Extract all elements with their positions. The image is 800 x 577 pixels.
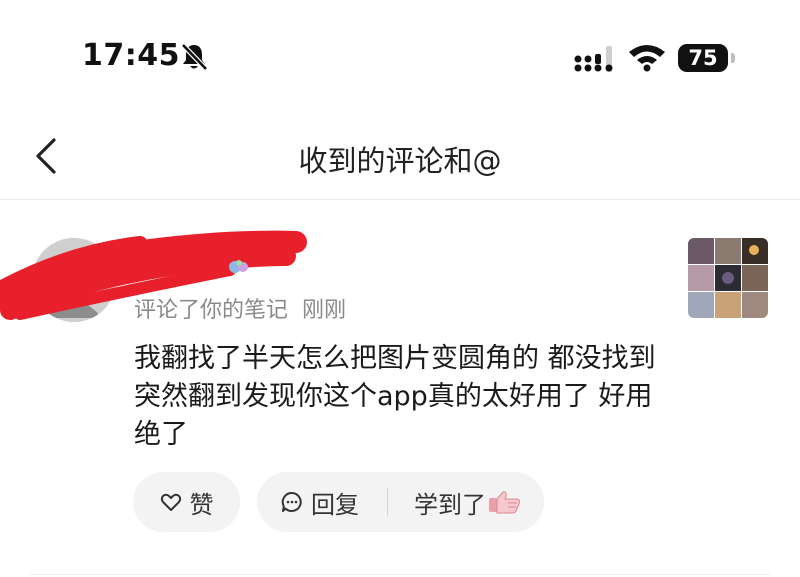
heart-icon [160, 493, 181, 511]
comment-time: 刚刚 [302, 298, 347, 323]
reply-actions-group: 回复 学到了 [257, 472, 544, 532]
cellular-signal-icon [574, 46, 613, 72]
user-badge-icon [229, 260, 248, 273]
comment-meta: 评论了你的笔记 刚刚 [134, 292, 346, 324]
thumbs-up-emoji-icon [489, 491, 521, 514]
reply-label: 回复 [311, 490, 359, 519]
wifi-icon [629, 45, 665, 72]
chat-bubble-icon [281, 491, 302, 512]
header-divider [0, 199, 800, 200]
bell-mute-icon [181, 43, 208, 71]
learned-label: 学到了 [414, 490, 486, 519]
learned-button[interactable]: 学到了 [414, 485, 522, 520]
reply-button[interactable]: 回复 [281, 485, 359, 520]
item-divider [30, 574, 770, 575]
battery-cap [731, 53, 735, 63]
battery-indicator: 75 [678, 44, 736, 74]
comment-action-text: 评论了你的笔记 [134, 298, 289, 323]
status-time: 17:45 [82, 38, 180, 73]
actions-divider [387, 488, 388, 516]
page-title: 收到的评论和@ [298, 144, 502, 178]
note-thumbnail[interactable] [688, 238, 768, 318]
battery-level: 75 [678, 44, 728, 72]
like-label: 赞 [189, 490, 214, 519]
comment-text[interactable]: 我翻找了半天怎么把图片变圆角的 都没找到 突然翻到发现你这个app真的太好用了 … [134, 340, 664, 454]
like-button[interactable]: 赞 [133, 472, 240, 532]
